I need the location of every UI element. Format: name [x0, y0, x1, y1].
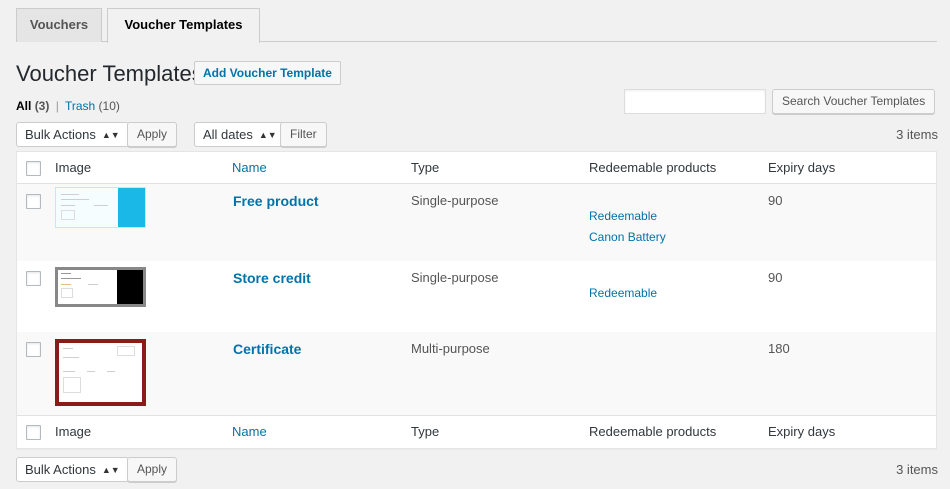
voucher-thumbnail-image[interactable] — [55, 187, 146, 228]
table-footer-row: Image Name Type Redeemable products Expi… — [17, 415, 936, 448]
tab-vouchers[interactable]: Vouchers — [16, 8, 102, 42]
voucher-thumbnail-image[interactable] — [55, 267, 146, 307]
table-header-row: Image Name Type Redeemable products Expi… — [17, 152, 936, 184]
filter-trash[interactable]: Trash (10) — [65, 99, 120, 113]
page-title: Voucher Templates — [16, 61, 203, 86]
column-header-type: Type — [411, 160, 440, 175]
apply-button-bottom[interactable]: Apply — [127, 457, 178, 482]
product-link[interactable]: Redeemable — [589, 283, 657, 304]
items-count-bottom: 3 items — [896, 462, 938, 477]
product-link[interactable]: Redeemable — [589, 206, 666, 227]
apply-button-top[interactable]: Apply — [127, 122, 178, 147]
redeemable-products: Redeemable Canon Battery — [589, 206, 666, 248]
column-footer-expiry-days: Expiry days — [768, 424, 836, 439]
table-row: Certificate Multi-purpose 180 — [17, 332, 936, 416]
row-checkbox[interactable] — [26, 194, 41, 209]
bulk-actions-select-bottom-value: Bulk Actions — [25, 462, 96, 477]
filter-trash-label: Trash — [64, 99, 96, 113]
add-voucher-template-button[interactable]: Add Voucher Template — [194, 61, 341, 85]
date-filter-select[interactable]: All dates ▲▼ — [194, 122, 286, 147]
expiry-days: 90 — [768, 270, 783, 285]
column-header-redeemable-products: Redeemable products — [589, 160, 717, 175]
bulk-actions-select-bottom[interactable]: Bulk Actions ▲▼ — [16, 457, 129, 482]
redeemable-products: Redeemable — [589, 283, 657, 304]
filter-all[interactable]: All (3) — [16, 99, 49, 113]
select-arrows-icon: ▲▼ — [258, 130, 277, 140]
filter-all-label: All — [16, 99, 32, 113]
tab-voucher-templates[interactable]: Voucher Templates — [107, 8, 260, 43]
row-checkbox[interactable] — [26, 342, 41, 357]
select-all-checkbox-footer[interactable] — [26, 425, 41, 440]
nav-tabs: Vouchers Voucher Templates — [16, 8, 937, 43]
bulk-actions-select-top-value: Bulk Actions — [25, 127, 96, 142]
status-filters: All (3) | Trash (10) — [16, 99, 120, 113]
select-all-checkbox[interactable] — [26, 161, 41, 176]
table-row: Free product Single-purpose Redeemable C… — [17, 184, 936, 261]
filter-separator: | — [55, 99, 59, 113]
filter-trash-count: (10) — [98, 99, 120, 113]
product-link[interactable]: Canon Battery — [589, 227, 666, 248]
filter-button[interactable]: Filter — [280, 122, 327, 147]
table-row: Store credit Single-purpose Redeemable 9… — [17, 261, 936, 332]
select-arrows-icon: ▲▼ — [101, 465, 120, 475]
template-name-link[interactable]: Certificate — [233, 341, 301, 357]
voucher-templates-table: Image Name Type Redeemable products Expi… — [16, 151, 937, 449]
select-arrows-icon: ▲▼ — [101, 130, 120, 140]
column-header-expiry-days: Expiry days — [768, 160, 836, 175]
template-name-link[interactable]: Store credit — [233, 270, 311, 286]
template-name-link[interactable]: Free product — [233, 193, 319, 209]
date-filter-select-value: All dates — [203, 127, 253, 142]
voucher-thumbnail-image[interactable] — [55, 339, 146, 406]
bulk-actions-select-top[interactable]: Bulk Actions ▲▼ — [16, 122, 129, 147]
items-count-top: 3 items — [896, 127, 938, 142]
column-footer-image: Image — [55, 424, 92, 439]
template-type: Single-purpose — [411, 193, 499, 208]
template-type: Multi-purpose — [411, 341, 490, 356]
column-header-image: Image — [55, 160, 92, 175]
column-header-name[interactable]: Name — [232, 160, 267, 175]
column-footer-redeemable-products: Redeemable products — [589, 424, 717, 439]
expiry-days: 90 — [768, 193, 783, 208]
search-voucher-templates-button[interactable]: Search Voucher Templates — [772, 89, 936, 114]
row-checkbox[interactable] — [26, 271, 41, 286]
search-input[interactable] — [624, 89, 766, 114]
column-footer-type: Type — [411, 424, 440, 439]
filter-all-count: (3) — [34, 99, 50, 113]
template-type: Single-purpose — [411, 270, 499, 285]
column-footer-name[interactable]: Name — [232, 424, 267, 439]
expiry-days: 180 — [768, 341, 790, 356]
